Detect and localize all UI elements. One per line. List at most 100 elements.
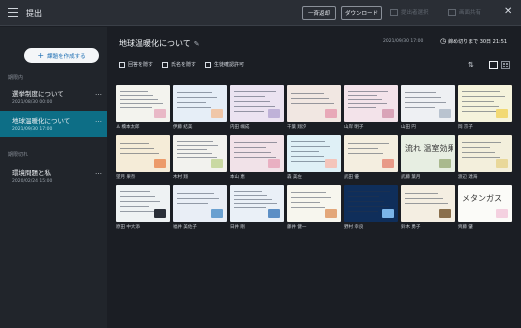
thumbnail-text-line [120,211,154,212]
submission-thumbnail[interactable] [230,185,284,222]
allow-student-review-checkbox[interactable]: 生徒確認許可 [205,61,244,68]
thumbnail-illustration [325,109,337,118]
sidebar-item-date: 2021/09/30 17:00 [12,127,53,132]
student-name: 日井 剛 [230,225,245,230]
hide-names-checkbox[interactable]: 氏名を隠す [162,61,196,68]
thumbnail-text-line [120,206,149,207]
submission-thumbnail[interactable] [116,85,170,122]
thumbnail-text-line [405,203,448,204]
submission-thumbnail[interactable] [173,135,227,172]
more-icon[interactable]: … [95,116,102,124]
thumbnail-illustration [382,109,394,118]
thumbnail-text-line [120,95,153,96]
thumbnail-text-line [348,103,387,104]
sidebar-item-environment[interactable]: 環境問題と私 2020/02/24 15:00 … [0,163,107,189]
thumbnail-text-line [348,153,383,154]
submission-thumbnail[interactable] [344,185,398,222]
submission-thumbnail[interactable] [287,85,341,122]
submission-thumbnail[interactable] [230,135,284,172]
hide-answers-checkbox[interactable]: 回答を隠す [119,61,153,68]
thumbnail-text-line [462,142,501,143]
thumbnail-illustration [211,109,223,118]
sidebar-item-election[interactable]: 選挙制度について 2021/08/30 00:00 … [0,84,107,110]
pencil-icon[interactable]: ✎ [194,40,200,48]
submission-card[interactable]: 福井 美佐子 [173,185,227,230]
submission-card[interactable]: 原田 中大添 [116,185,170,230]
submission-card[interactable]: 内田 颯成 [230,85,284,130]
thumbnail-text-line [405,97,441,98]
thumbnail-text-line [177,157,217,158]
student-name: 木村 翔 [173,175,188,180]
submission-card[interactable]: 武田 優 [344,135,398,180]
submission-thumbnail[interactable] [401,185,455,222]
submission-card[interactable]: 山岸 明子 [344,85,398,130]
thumbnail-text-line [348,206,389,207]
sort-icon[interactable]: ⇅ [468,61,474,69]
submission-thumbnail[interactable] [116,185,170,222]
submission-card[interactable]: 藤井 健一 [287,185,341,230]
thumbnail-text-line [120,107,152,108]
checkbox-box[interactable] [119,61,125,68]
student-name: 内田 颯成 [230,125,250,130]
person-icon: ♙ [116,124,121,130]
submission-thumbnail[interactable] [401,85,455,122]
submission-card[interactable]: 木村 翔 [173,135,227,180]
submission-thumbnail[interactable] [458,135,512,172]
student-name: 本山 恵 [230,175,245,180]
thumbnail-text-line [234,101,270,102]
thumbnail-text-line [234,199,272,200]
thumbnail-text-line [462,101,494,102]
submission-card[interactable]: 森 美左 [287,135,341,180]
thumbnail-text: 流れ 温室効果 [405,144,453,153]
thumbnail-illustration [439,109,451,118]
submission-card[interactable]: 鈴木 勇子 [401,185,455,230]
hamburger-menu-icon[interactable] [8,8,18,17]
share-icon [448,8,456,16]
checkbox-box[interactable] [205,61,212,68]
create-assignment-button[interactable]: + 課題を作成する [24,48,99,63]
thumbnail-text-line [177,92,212,93]
submission-thumbnail[interactable] [287,185,341,222]
thumbnail-text-line [291,202,320,203]
submission-thumbnail[interactable] [287,135,341,172]
submission-thumbnail[interactable] [458,85,512,122]
checkbox-box[interactable] [162,61,169,68]
thumbnail-text-line [177,149,207,150]
plus-icon: + [37,50,45,60]
grid-view-icon[interactable] [501,61,510,69]
submission-thumbnail[interactable] [116,135,170,172]
single-view-icon[interactable] [489,61,498,69]
more-icon[interactable]: … [95,89,102,97]
submission-card[interactable]: ♙ 橋本太郎 [116,85,170,130]
submission-card[interactable]: 山田 円 [401,85,455,130]
submission-card[interactable]: メタンガス 齊藤 肇 [458,185,512,230]
submission-card[interactable]: 伊藤 結美 [173,85,227,130]
sidebar-item-global-warming[interactable]: 地球温暖化について 2021/09/30 17:00 … [0,111,107,137]
submission-card[interactable]: 野村 幸良 [344,185,398,230]
submission-thumbnail[interactable] [173,85,227,122]
section-label-closed: 期限切れ [8,152,29,158]
student-name: 岡 京子 [458,125,473,130]
more-icon[interactable]: … [95,168,102,176]
submission-thumbnail[interactable]: 流れ 温室効果 [401,135,455,172]
download-button[interactable]: ダウンロード [341,6,382,20]
close-icon[interactable]: ✕ [504,6,512,17]
submission-card[interactable]: 本山 恵 [230,135,284,180]
submission-thumbnail[interactable] [344,85,398,122]
student-name: 武田 優 [344,175,359,180]
submission-thumbnail[interactable] [173,185,227,222]
submission-card[interactable]: 望月 果奈 [116,135,170,180]
thumbnail-text-line [234,191,262,192]
submission-thumbnail[interactable]: メタンガス [458,185,512,222]
submission-card[interactable]: 渡辺 達海 [458,135,512,180]
thumbnail-text-line [348,143,389,144]
submission-card[interactable]: 岡 京子 [458,85,512,130]
collect-all-button[interactable]: 一斉返却 [302,6,336,20]
submission-thumbnail[interactable] [344,135,398,172]
thumbnail-text-line [234,207,266,208]
submission-card[interactable]: 千葉 翔汐 [287,85,341,130]
submission-card[interactable]: 流れ 温室効果 武藤 葉月 [401,135,455,180]
submission-thumbnail[interactable] [230,85,284,122]
student-name: 渡辺 達海 [458,175,478,180]
submission-card[interactable]: 日井 剛 [230,185,284,230]
